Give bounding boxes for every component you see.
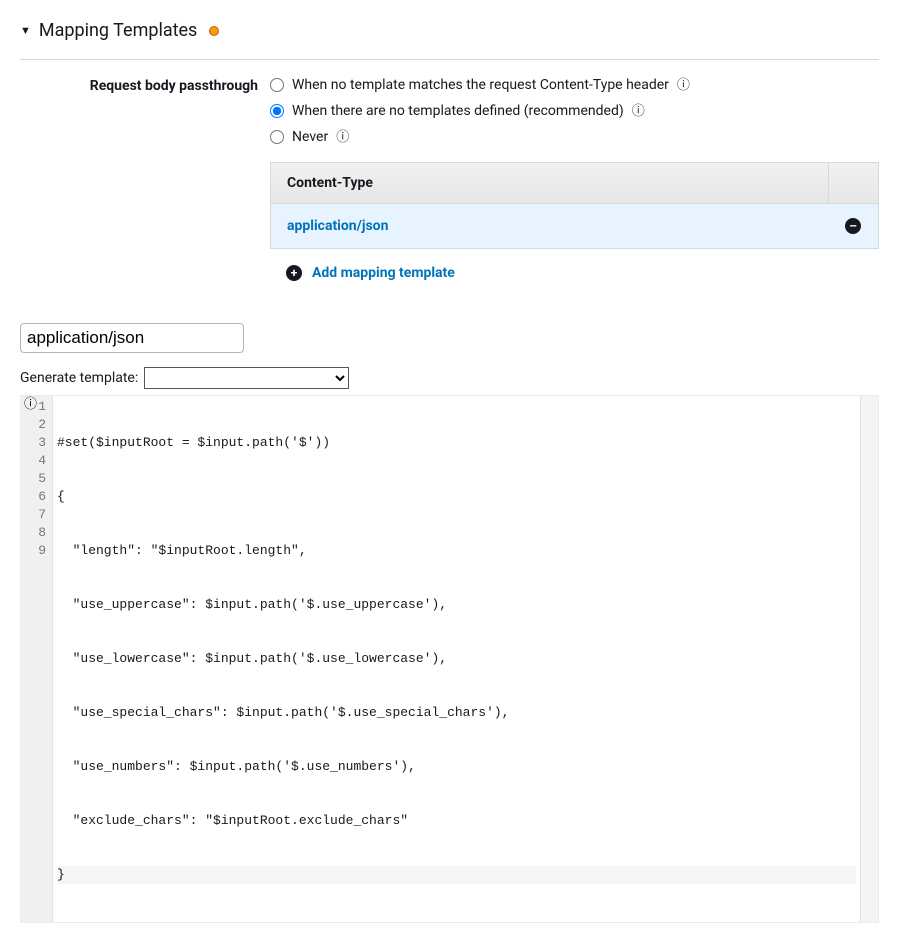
code-line: {: [57, 488, 856, 506]
plus-icon[interactable]: +: [286, 265, 302, 281]
code-line: "use_special_chars": $input.path('$.use_…: [57, 704, 856, 722]
passthrough-field: Request body passthrough When no templat…: [20, 72, 879, 295]
code-line: }: [57, 866, 856, 884]
section-header: ▼ Mapping Templates: [20, 20, 879, 60]
add-mapping-link[interactable]: Add mapping template: [312, 265, 455, 281]
code-editor[interactable]: ⓘ 123456789 #set($inputRoot = $input.pat…: [20, 395, 879, 923]
passthrough-option-2[interactable]: Never ⓘ: [270, 124, 879, 150]
code-body[interactable]: #set($inputRoot = $input.path('$')) { "l…: [53, 396, 860, 922]
passthrough-radio-1[interactable]: [270, 104, 284, 118]
info-icon[interactable]: ⓘ: [677, 79, 690, 92]
add-mapping-row[interactable]: + Add mapping template: [270, 251, 879, 295]
passthrough-option-0-label: When no template matches the request Con…: [292, 77, 669, 93]
passthrough-option-1-label: When there are no templates defined (rec…: [292, 103, 624, 119]
content-type-header-action-col: [828, 163, 878, 203]
code-line: "length": "$inputRoot.length",: [57, 542, 856, 560]
content-type-table: Content-Type application/json –: [270, 162, 879, 249]
passthrough-label: Request body passthrough: [20, 72, 270, 94]
content-type-link[interactable]: application/json: [287, 218, 388, 234]
info-icon[interactable]: ⓘ: [24, 398, 37, 411]
code-line: "exclude_chars": "$inputRoot.exclude_cha…: [57, 812, 856, 830]
generate-template-label: Generate template:: [20, 370, 138, 386]
info-icon[interactable]: ⓘ: [336, 131, 349, 144]
info-icon[interactable]: ⓘ: [632, 105, 645, 118]
caret-down-icon[interactable]: ▼: [20, 24, 31, 37]
code-line: #set($inputRoot = $input.path('$')): [57, 434, 856, 452]
remove-icon[interactable]: –: [845, 218, 861, 234]
passthrough-radio-2[interactable]: [270, 130, 284, 144]
passthrough-option-0[interactable]: When no template matches the request Con…: [270, 72, 879, 98]
passthrough-option-1[interactable]: When there are no templates defined (rec…: [270, 98, 879, 124]
code-line: "use_uppercase": $input.path('$.use_uppe…: [57, 596, 856, 614]
content-type-row[interactable]: application/json –: [271, 204, 878, 248]
passthrough-option-2-label: Never: [292, 129, 328, 145]
section-title: Mapping Templates: [39, 20, 197, 41]
content-type-input[interactable]: [20, 323, 244, 353]
passthrough-radio-0[interactable]: [270, 78, 284, 92]
generate-template-select[interactable]: [144, 367, 349, 389]
changed-indicator-icon: [209, 26, 219, 36]
content-type-table-header-row: Content-Type: [271, 163, 878, 204]
content-type-header: Content-Type: [271, 163, 828, 203]
scrollbar[interactable]: [860, 396, 878, 922]
code-gutter: 123456789: [21, 396, 53, 922]
generate-template-row: Generate template:: [20, 367, 879, 389]
code-line: "use_numbers": $input.path('$.use_number…: [57, 758, 856, 776]
code-line: "use_lowercase": $input.path('$.use_lowe…: [57, 650, 856, 668]
